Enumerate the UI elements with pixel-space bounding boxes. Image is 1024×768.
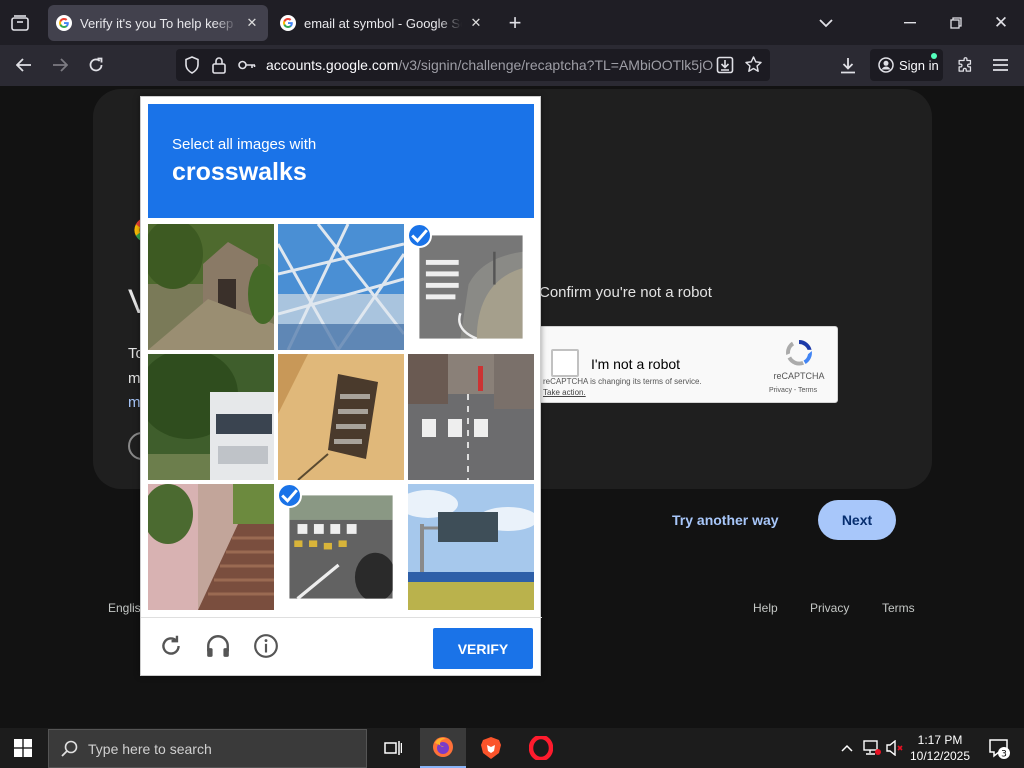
confirm-robot-text: Confirm you're not a robot	[539, 284, 712, 301]
not-robot-label: I'm not a robot	[591, 356, 681, 372]
captcha-tile[interactable]	[408, 354, 534, 480]
minimize-icon[interactable]	[898, 11, 922, 35]
sign-in-label: Sign in	[899, 57, 939, 73]
hamburger-menu-icon[interactable]	[988, 53, 1012, 77]
volume-muted-icon[interactable]	[884, 728, 906, 768]
tab-title: email at symbol - Google Search	[304, 15, 462, 31]
google-favicon-icon	[56, 15, 72, 31]
tab-email-search[interactable]: email at symbol - Google Search ✕	[272, 5, 492, 41]
notification-center-icon[interactable]: 3	[976, 728, 1022, 768]
info-help-icon[interactable]	[253, 633, 281, 661]
task-view-icon[interactable]	[370, 728, 416, 768]
captcha-instruction-header: Select all images with crosswalks	[148, 104, 534, 218]
language-selector[interactable]: Englis	[108, 601, 141, 615]
reload-challenge-icon[interactable]	[158, 633, 186, 661]
captcha-tile[interactable]	[148, 224, 274, 350]
tab-verify[interactable]: Verify it's you To help keep your ✕	[48, 5, 268, 41]
tab-title: Verify it's you To help keep your	[80, 15, 238, 31]
navigation-toolbar: accounts.google.com/v3/signin/challenge/…	[0, 45, 1024, 86]
captcha-tile[interactable]	[278, 354, 404, 480]
address-bar[interactable]: accounts.google.com/v3/signin/challenge/…	[176, 49, 770, 81]
recaptcha-logo-icon: reCAPTCHA	[773, 337, 825, 381]
padlock-icon[interactable]	[212, 56, 226, 74]
reload-icon[interactable]	[84, 53, 108, 77]
tab-list-icon[interactable]	[8, 11, 32, 35]
tab-strip: Verify it's you To help keep your ✕ emai…	[0, 0, 1024, 45]
firefox-taskbar-icon[interactable]	[420, 728, 466, 768]
footer-privacy-link[interactable]: Privacy	[810, 601, 849, 615]
search-placeholder: Type here to search	[88, 740, 212, 757]
captcha-tile[interactable]	[278, 484, 404, 610]
clock-date: 10/12/2025	[909, 749, 971, 763]
close-tab-icon[interactable]: ✕	[244, 15, 260, 31]
taskbar-search-box[interactable]: Type here to search	[48, 729, 367, 768]
footer-help-link[interactable]: Help	[753, 601, 778, 615]
captcha-tile[interactable]	[278, 224, 404, 350]
captcha-tile[interactable]	[148, 484, 274, 610]
save-to-pocket-icon[interactable]	[716, 56, 734, 74]
url-text: accounts.google.com/v3/signin/challenge/…	[266, 57, 714, 73]
try-another-way-link[interactable]: Try another way	[672, 512, 779, 528]
show-hidden-icons-chevron-icon[interactable]	[836, 728, 858, 768]
new-tab-plus-icon[interactable]: +	[503, 10, 527, 35]
captcha-tile[interactable]	[408, 484, 534, 610]
text-fragment-2: m	[128, 370, 141, 387]
network-icon[interactable]	[860, 728, 884, 768]
opera-taskbar-icon[interactable]	[518, 728, 564, 768]
brave-taskbar-icon[interactable]	[468, 728, 514, 768]
captcha-image-grid	[148, 224, 534, 610]
take-action-link[interactable]: Take action.	[543, 388, 586, 397]
captcha-tile[interactable]	[148, 354, 274, 480]
not-robot-checkbox[interactable]	[551, 349, 579, 377]
recaptcha-privacy-terms[interactable]: Privacy - Terms	[769, 387, 817, 394]
audio-challenge-headphones-icon[interactable]	[205, 633, 233, 661]
sign-in-button[interactable]: Sign in	[870, 49, 943, 81]
bookmark-star-icon[interactable]	[744, 55, 763, 74]
next-button[interactable]: Next	[818, 500, 896, 540]
verify-button[interactable]: VERIFY	[433, 628, 533, 669]
captcha-target-object: crosswalks	[172, 158, 307, 186]
captcha-instruction: Select all images with	[172, 136, 317, 153]
clock-time: 1:17 PM	[917, 733, 963, 747]
extensions-puzzle-icon[interactable]	[953, 53, 977, 77]
recaptcha-notice: reCAPTCHA is changing its terms of servi…	[543, 377, 702, 397]
google-favicon-icon	[280, 15, 296, 31]
tab-overflow-chevron-icon[interactable]	[814, 11, 838, 35]
footer-terms-link[interactable]: Terms	[882, 601, 915, 615]
captcha-footer: VERIFY	[141, 617, 542, 677]
captcha-tile[interactable]	[408, 224, 534, 350]
downloads-icon[interactable]	[836, 53, 860, 77]
forward-arrow-icon[interactable]	[48, 53, 72, 77]
svg-text:3: 3	[1001, 750, 1007, 760]
captcha-challenge-dialog: Select all images with crosswalks VERIFY	[140, 96, 542, 677]
search-icon	[61, 740, 78, 757]
tracking-shield-icon[interactable]	[184, 56, 200, 74]
back-arrow-icon[interactable]	[12, 53, 36, 77]
account-icon	[878, 57, 894, 73]
restore-window-icon[interactable]	[944, 11, 968, 35]
taskbar-clock[interactable]: 1:17 PM 10/12/2025	[905, 732, 975, 764]
close-window-icon[interactable]: ✕	[989, 11, 1013, 35]
notification-dot	[931, 53, 937, 59]
key-permission-icon[interactable]	[238, 59, 256, 71]
recaptcha-widget: I'm not a robot reCAPTCHA is changing it…	[536, 326, 838, 403]
close-tab-icon[interactable]: ✕	[468, 15, 484, 31]
windows-taskbar: Type here to search 1:17 PM 10/12/2025 3	[0, 728, 1024, 768]
windows-start-icon[interactable]	[0, 728, 46, 768]
link-fragment: m	[128, 394, 141, 411]
